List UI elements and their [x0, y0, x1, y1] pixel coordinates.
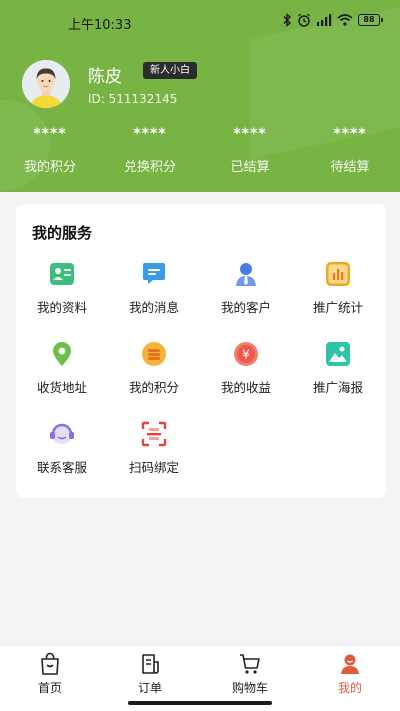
stat-label: 已结算 [230, 160, 270, 175]
service-label: 收货地址 [36, 380, 87, 395]
user-level-badge: 新人小白 [143, 62, 197, 79]
avatar-illustration [22, 60, 70, 108]
status-bar: 上午10:33 88 [0, 0, 400, 44]
poster-image-icon [324, 340, 352, 368]
home-bag-icon [41, 652, 59, 675]
service-label: 推广海报 [312, 380, 363, 395]
battery-icon: 88 [358, 14, 383, 26]
username: 陈皮 [88, 67, 122, 87]
order-icon [142, 654, 159, 674]
scan-icon [140, 420, 168, 448]
service-my-points[interactable]: 我的积分 [108, 340, 200, 420]
customer-service-icon [48, 420, 76, 448]
stats-chart-icon [324, 260, 352, 288]
signal-icon [317, 14, 332, 26]
avatar[interactable] [22, 60, 70, 108]
services-card: 我的服务 我的资料 我的消息 我的客户 推广统计 收货地址 我的积分 ¥ 我的收… [16, 204, 386, 498]
tab-label: 我的 [337, 681, 362, 695]
coins-icon [140, 340, 168, 368]
service-label: 扫码绑定 [128, 460, 179, 475]
service-scan-bind[interactable]: 扫码绑定 [108, 420, 200, 500]
location-pin-icon [48, 340, 76, 368]
stat-exchange-points[interactable]: **** 兑换积分 [100, 126, 200, 175]
service-promo-poster[interactable]: 推广海报 [292, 340, 384, 420]
service-my-customers[interactable]: 我的客户 [200, 260, 292, 340]
stat-label: 我的积分 [23, 160, 76, 175]
service-label: 我的消息 [128, 300, 179, 315]
service-label: 我的客户 [220, 300, 271, 315]
stat-value: **** [33, 126, 67, 142]
tab-label: 首页 [37, 681, 62, 695]
service-my-earnings[interactable]: ¥ 我的收益 [200, 340, 292, 420]
bluetooth-icon [283, 13, 292, 27]
tab-label: 购物车 [231, 681, 268, 695]
status-time: 上午10:33 [68, 18, 132, 33]
service-label: 我的积分 [128, 380, 179, 395]
stat-value: **** [133, 126, 167, 142]
stat-pending[interactable]: **** 待结算 [300, 126, 400, 175]
stat-label: 待结算 [330, 160, 370, 175]
service-promo-stats[interactable]: 推广统计 [292, 260, 384, 340]
stats-row: **** 我的积分 **** 兑换积分 **** 已结算 **** 待结算 [0, 126, 400, 175]
stat-label: 兑换积分 [123, 160, 176, 175]
tab-mine[interactable]: 我的 [300, 646, 400, 711]
stat-my-points[interactable]: **** 我的积分 [0, 126, 100, 175]
tab-home[interactable]: 首页 [0, 646, 100, 711]
service-label: 我的收益 [220, 380, 271, 395]
stat-settled[interactable]: **** 已结算 [200, 126, 300, 175]
profile-card-icon [48, 260, 76, 288]
services-title: 我的服务 [32, 224, 93, 242]
user-id: ID: 511132145 [88, 92, 178, 106]
service-label: 我的资料 [36, 300, 87, 315]
tab-label: 订单 [137, 681, 162, 695]
home-indicator [128, 701, 272, 705]
service-shipping-address[interactable]: 收货地址 [16, 340, 108, 420]
yen-coin-icon: ¥ [232, 340, 260, 368]
cart-icon [240, 654, 260, 674]
svg-text:¥: ¥ [242, 348, 250, 362]
service-my-messages[interactable]: 我的消息 [108, 260, 200, 340]
profile-icon [341, 654, 359, 674]
message-icon [140, 260, 168, 288]
service-label: 联系客服 [36, 460, 87, 475]
service-contact-support[interactable]: 联系客服 [16, 420, 108, 500]
alarm-icon [298, 13, 310, 27]
services-grid: 我的资料 我的消息 我的客户 推广统计 收货地址 我的积分 ¥ 我的收益 推广海… [16, 260, 386, 500]
stat-value: **** [333, 126, 367, 142]
status-icons: 88 [282, 13, 383, 27]
customer-icon [232, 260, 260, 288]
service-label: 推广统计 [312, 300, 363, 315]
stat-value: **** [233, 126, 267, 142]
service-my-profile[interactable]: 我的资料 [16, 260, 108, 340]
wifi-icon [337, 14, 353, 26]
profile-header: 上午10:33 88 陈皮 新人小白 ID: 511132145 **** 我的… [0, 0, 400, 192]
